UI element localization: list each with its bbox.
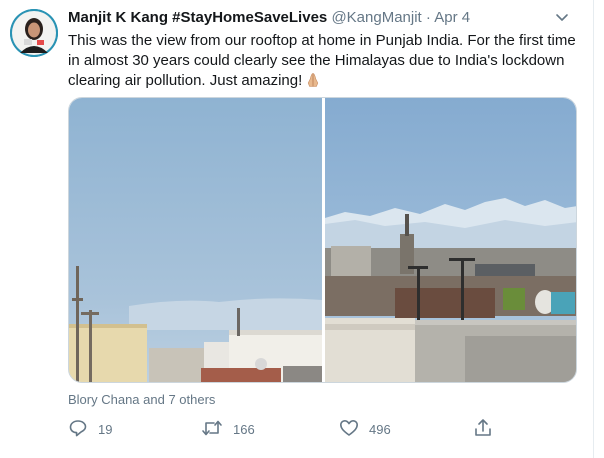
like-button[interactable]: 496 — [339, 418, 391, 440]
retweet-count: 166 — [233, 421, 255, 437]
tweet-card[interactable]: Manjit K Kang #StayHomeSaveLives @KangMa… — [0, 0, 594, 458]
folded-hands-icon — [305, 72, 321, 94]
heart-icon — [339, 418, 359, 441]
like-count: 496 — [369, 421, 391, 437]
tweet-date[interactable]: Apr 4 — [434, 9, 470, 26]
retweet-button[interactable]: 166 — [201, 418, 255, 440]
tweet-media — [68, 97, 577, 383]
reply-icon — [68, 418, 88, 441]
avatar[interactable] — [10, 9, 58, 57]
separator-dot: · — [425, 9, 431, 26]
author-name[interactable]: Manjit K Kang #StayHomeSaveLives — [68, 9, 327, 26]
rooftop-photo-right[interactable] — [325, 98, 576, 382]
avatar-image — [10, 9, 58, 57]
tweet-actions: 19 166 496 — [68, 418, 498, 440]
rooftop-photo-left[interactable] — [69, 98, 322, 382]
retweet-icon — [201, 418, 223, 441]
chevron-down-icon[interactable] — [553, 8, 571, 26]
tweet-text: This was the view from our rooftop at ho… — [68, 31, 578, 94]
tweet-body: This was the view from our rooftop at ho… — [68, 32, 576, 89]
reply-button[interactable]: 19 — [68, 418, 112, 440]
share-button[interactable] — [473, 418, 493, 440]
tweet-header: Manjit K Kang #StayHomeSaveLives @KangMa… — [68, 8, 581, 28]
share-icon — [473, 418, 493, 441]
liked-by-text[interactable]: Blory Chana and 7 others — [68, 392, 215, 408]
reply-count: 19 — [98, 421, 113, 437]
author-handle[interactable]: @KangManjit — [331, 9, 421, 26]
